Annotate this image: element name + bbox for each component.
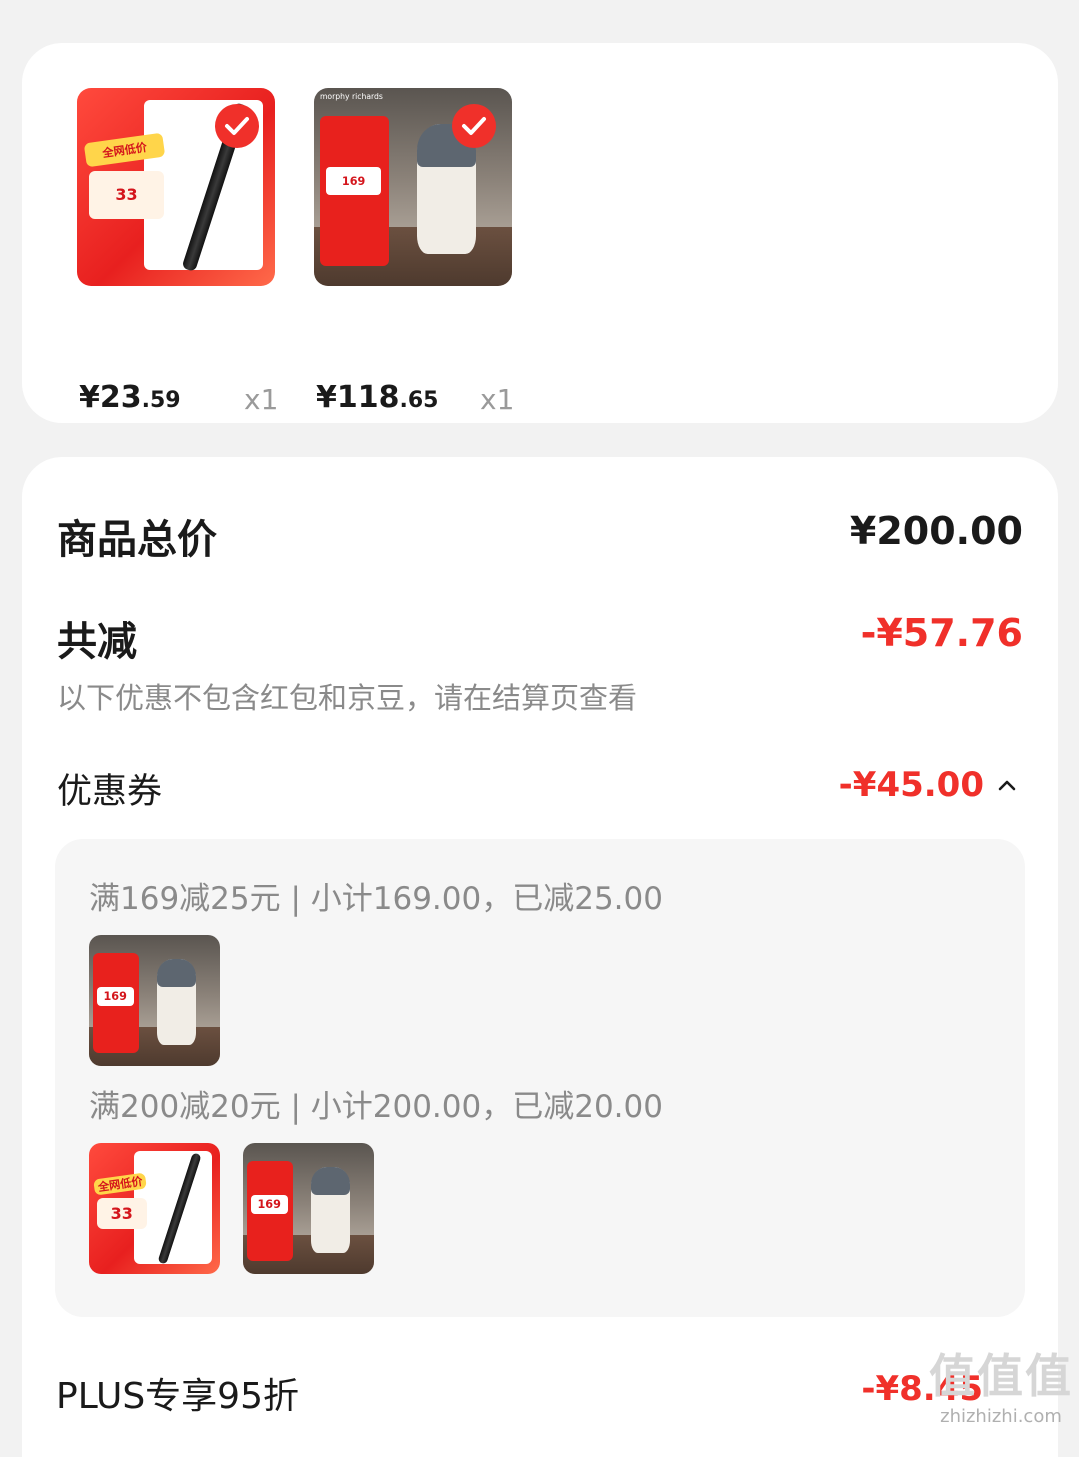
chevron-up-icon[interactable] bbox=[996, 775, 1018, 797]
watermark-logo: 值值值 bbox=[929, 1349, 1073, 1403]
kettle-product-image[interactable]: 169 bbox=[243, 1143, 374, 1274]
selected-products-card: 全网低价 33 169 morphy richards ¥23.59 x1 ¥1… bbox=[22, 43, 1058, 423]
discount-label: 共减 bbox=[57, 619, 137, 665]
price-int: ¥23 bbox=[79, 380, 142, 415]
item-price: ¥118.65 bbox=[316, 380, 438, 415]
coupon-rule: 满169减25元 | 小计169.00，已减25.00 bbox=[89, 881, 663, 917]
price-summary-card: 商品总价 ¥200.00 共减 -¥57.76 以下优惠不包含红包和京豆，请在结… bbox=[22, 457, 1058, 1457]
coupon-value[interactable]: -¥45.00 bbox=[839, 765, 984, 805]
kettle-product-image[interactable]: 169 morphy richards bbox=[314, 88, 512, 286]
coupon-rule: 满200减20元 | 小计200.00，已减20.00 bbox=[89, 1089, 663, 1125]
discount-note: 以下优惠不包含红包和京豆，请在结算页查看 bbox=[57, 681, 638, 715]
item-quantity: x1 bbox=[480, 383, 515, 416]
watermark: 值值值 zhizhizhi.com bbox=[929, 1340, 1073, 1427]
pen-product-image[interactable]: 全网低价 33 bbox=[89, 1143, 220, 1274]
checked-icon[interactable] bbox=[452, 104, 496, 148]
kettle-image-price: 169 bbox=[96, 987, 134, 1006]
pen-image-price: 33 bbox=[88, 171, 165, 219]
pen-product-image[interactable]: 全网低价 33 bbox=[77, 88, 275, 286]
coupon-details-panel: 满169减25元 | 小计169.00，已减25.00 169 满200减20元… bbox=[55, 839, 1025, 1317]
price-int: ¥118 bbox=[316, 380, 400, 415]
plus-discount-label: PLUS专享95折 bbox=[56, 1376, 299, 1417]
checked-icon[interactable] bbox=[215, 104, 259, 148]
item-quantity: x1 bbox=[244, 383, 279, 416]
kettle-product-image[interactable]: 169 bbox=[89, 935, 220, 1066]
price-dec: .59 bbox=[141, 388, 181, 413]
pen-image-price: 33 bbox=[96, 1198, 147, 1230]
kettle-band bbox=[157, 958, 197, 988]
kettle-band bbox=[311, 1166, 351, 1196]
price-dec: .65 bbox=[399, 388, 439, 413]
kettle-brand: morphy richards bbox=[319, 91, 383, 101]
item-price: ¥23.59 bbox=[79, 380, 181, 415]
kettle-image-price: 169 bbox=[325, 167, 382, 195]
coupon-label[interactable]: 优惠券 bbox=[57, 763, 162, 814]
discount-value: -¥57.76 bbox=[860, 611, 1023, 655]
total-label: 商品总价 bbox=[57, 517, 217, 563]
total-value: ¥200.00 bbox=[849, 509, 1023, 553]
watermark-url: zhizhizhi.com bbox=[940, 1406, 1062, 1427]
kettle-image-price: 169 bbox=[250, 1195, 288, 1214]
